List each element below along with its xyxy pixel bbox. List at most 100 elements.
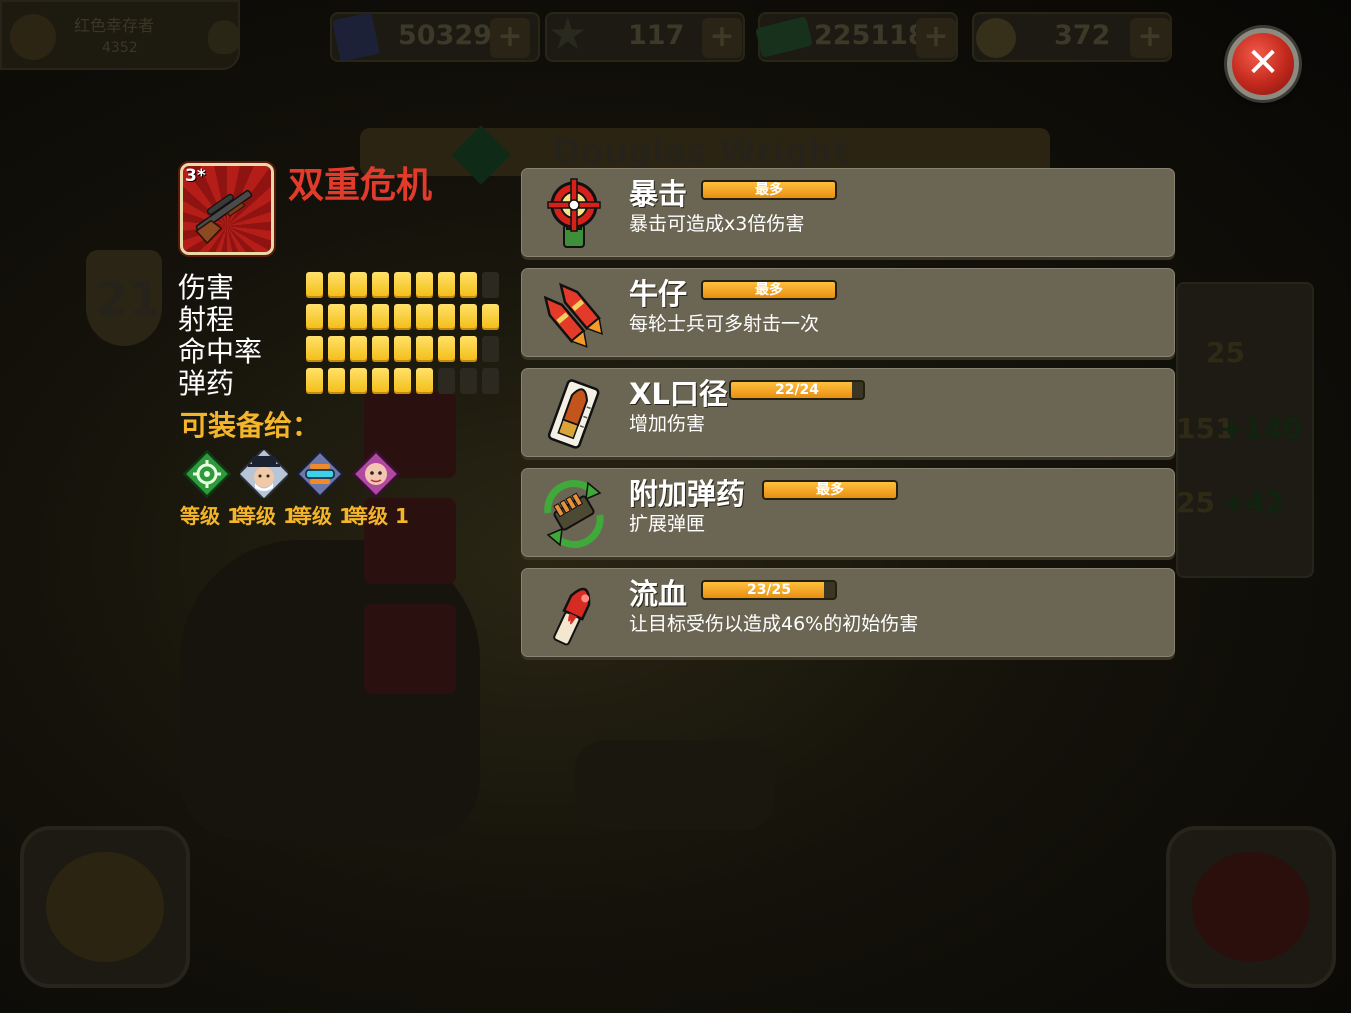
clock-icon xyxy=(364,604,456,694)
stat-bar-ammo xyxy=(306,368,499,394)
upgrade-bar-extra-ammo: 最多 xyxy=(762,480,898,500)
weapon-icon: 3* xyxy=(180,163,274,255)
upgrade-desc-xl-caliber: 增加伤害 xyxy=(629,413,706,435)
stat-pip xyxy=(416,368,433,394)
stat-value-1: 25 xyxy=(1206,336,1245,369)
stat-value-3: 25 xyxy=(1176,486,1215,519)
stat-pip xyxy=(394,368,411,394)
crosshair-target-icon xyxy=(1192,852,1310,962)
stat-pip xyxy=(482,368,499,394)
upgrade-card-extra-ammo[interactable]: 附加弹药 最多 扩展弹匣 xyxy=(521,468,1175,557)
stat-pip xyxy=(438,304,455,330)
equip-level-3: 等级 1 xyxy=(292,504,353,528)
coin-icon xyxy=(976,18,1016,58)
drone-icon[interactable] xyxy=(296,450,344,498)
stat-pip xyxy=(460,336,477,362)
ammo-belt-icon xyxy=(544,480,604,548)
upgrade-name-bleed: 流血 xyxy=(629,577,688,611)
stat-bonus-3: +42 xyxy=(1222,486,1285,519)
stat-pip xyxy=(328,368,345,394)
stat-pip xyxy=(438,368,455,394)
close-button[interactable]: ✕ xyxy=(1227,28,1299,100)
equip-level-1: 等级 1 xyxy=(180,504,241,528)
weapon-star-rank: 3* xyxy=(185,166,206,186)
stat-pip xyxy=(372,304,389,330)
resource-value-books: 50329 xyxy=(398,20,492,51)
stat-pip xyxy=(306,304,323,330)
stat-pip xyxy=(460,272,477,298)
upgrade-bar-xl-caliber: 22/24 xyxy=(729,380,865,400)
upgrade-name-extra-ammo: 附加弹药 xyxy=(629,477,746,511)
book-icon xyxy=(332,12,380,62)
stat-pip xyxy=(328,336,345,362)
player-name: 红色幸存者 xyxy=(74,16,155,35)
upgrade-bar-label: 22/24 xyxy=(774,382,820,398)
stat-pip xyxy=(438,336,455,362)
equip-level-2: 等级 1 xyxy=(236,504,297,528)
stat-pip xyxy=(350,304,367,330)
upgrade-bar-label: 最多 xyxy=(816,482,844,498)
stat-bar-range xyxy=(306,304,499,330)
upgrade-name-crit: 暴击 xyxy=(629,177,688,211)
target-icon[interactable] xyxy=(183,450,231,498)
stat-pip xyxy=(460,368,477,394)
weapon-name: 双重危机 xyxy=(288,165,433,206)
upgrade-card-bleed[interactable]: 流血 23/25 让目标受伤以造成46%的初始伤害 xyxy=(521,568,1175,657)
stat-pip xyxy=(482,272,499,298)
upgrade-bar-bleed: 23/25 xyxy=(701,580,837,600)
player-plate: 红色幸存者 4352 xyxy=(0,0,240,70)
upgrade-bar-cowboy: 最多 xyxy=(701,280,837,300)
upgrade-card-cowboy[interactable]: 牛仔 最多 每轮士兵可多射击一次 xyxy=(521,268,1175,357)
stat-pip xyxy=(416,272,433,298)
stat-pip xyxy=(328,272,345,298)
add-coins-button[interactable]: + xyxy=(1130,18,1170,58)
level-badge-number: 21 xyxy=(96,272,161,326)
back-arrow-icon xyxy=(46,852,164,962)
blood-vial-icon xyxy=(553,587,591,646)
pink-soldier-avatar-icon[interactable] xyxy=(352,450,400,498)
stat-pip xyxy=(438,272,455,298)
stat-pip xyxy=(372,272,389,298)
upgrade-desc-cowboy: 每轮士兵可多射击一次 xyxy=(629,313,820,335)
upgrade-bar-label: 23/25 xyxy=(746,582,792,598)
upgrade-card-xl-caliber[interactable]: XL口径 22/24 增加伤害 xyxy=(521,368,1175,457)
stat-pip xyxy=(350,272,367,298)
close-icon: ✕ xyxy=(1246,40,1280,86)
upgrade-bar-label: 最多 xyxy=(755,182,783,198)
upgrade-desc-bleed: 让目标受伤以造成46%的初始伤害 xyxy=(629,613,919,635)
upgrade-bar-crit: 最多 xyxy=(701,180,837,200)
rockets-icon xyxy=(543,282,603,348)
equip-level-4: 等级 1 xyxy=(348,504,409,528)
upgrade-card-crit[interactable]: 暴击 最多 暴击可造成x3倍伤害 xyxy=(521,168,1175,257)
stat-pip xyxy=(482,304,499,330)
resource-value-coins: 372 xyxy=(1054,20,1111,51)
stat-pip xyxy=(350,336,367,362)
back-button[interactable] xyxy=(20,826,190,988)
stat-bonus-2: +140 xyxy=(1220,412,1302,445)
stat-label-ammo: 弹药 xyxy=(178,367,235,400)
add-cash-button[interactable]: + xyxy=(916,18,956,58)
stat-pip xyxy=(306,368,323,394)
skull-icon xyxy=(208,20,240,54)
stat-pip xyxy=(394,304,411,330)
add-stars-button[interactable]: + xyxy=(702,18,742,58)
stat-pip xyxy=(328,304,345,330)
stat-bar-damage xyxy=(306,272,499,298)
battle-button[interactable] xyxy=(1166,826,1336,988)
stat-pip xyxy=(416,336,433,362)
upgrade-name-xl-caliber: XL口径 xyxy=(629,377,728,411)
player-xp: 4352 xyxy=(102,40,138,56)
commander-avatar-icon[interactable] xyxy=(240,450,288,498)
add-books-button[interactable]: + xyxy=(490,18,530,58)
stat-pip xyxy=(394,272,411,298)
soldier-boots xyxy=(575,740,775,830)
upgrade-desc-crit: 暴击可造成x3倍伤害 xyxy=(629,213,805,235)
stat-pip xyxy=(372,336,389,362)
stat-pip xyxy=(482,336,499,362)
star-icon: ★ xyxy=(548,9,588,60)
bullet-icon xyxy=(547,379,600,449)
upgrade-desc-extra-ammo: 扩展弹匣 xyxy=(629,513,706,535)
upgrade-bar-label: 最多 xyxy=(755,282,783,298)
stat-pip xyxy=(306,336,323,362)
stat-pip xyxy=(416,304,433,330)
